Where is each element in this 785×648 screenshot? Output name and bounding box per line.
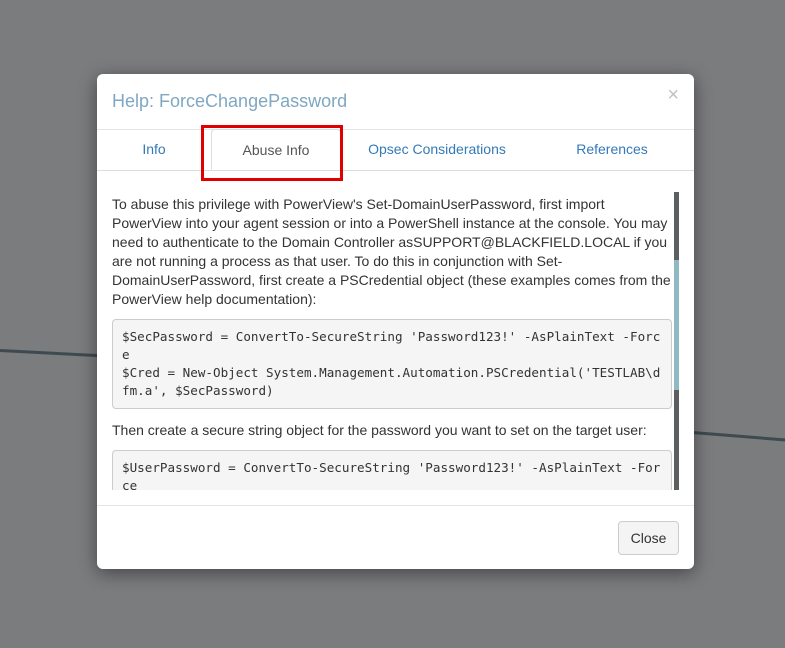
help-modal: Help: ForceChangePassword × Info Abuse I… (97, 74, 694, 569)
modal-title: Help: ForceChangePassword (112, 91, 348, 111)
modal-footer: Close (97, 505, 694, 569)
content-scrollbar[interactable] (674, 192, 679, 490)
code-block: $UserPassword = ConvertTo-SecureString '… (112, 450, 672, 490)
close-icon[interactable]: × (667, 85, 679, 105)
tab-references[interactable]: References (534, 129, 690, 170)
code-block: $SecPassword = ConvertTo-SecureString 'P… (112, 319, 672, 409)
tab-content[interactable]: To abuse this privilege with PowerView's… (112, 192, 679, 490)
tab-bar: Info Abuse Info Opsec Considerations Ref… (97, 129, 694, 171)
tab-opsec-considerations[interactable]: Opsec Considerations (355, 129, 519, 170)
background-edge-line (679, 430, 785, 443)
tab-info[interactable]: Info (112, 129, 196, 170)
close-button[interactable]: Close (618, 521, 679, 555)
modal-header: Help: ForceChangePassword × (97, 74, 694, 130)
abuse-paragraph: To abuse this privilege with PowerView's… (112, 196, 671, 307)
scrollbar-thumb[interactable] (674, 260, 679, 390)
abuse-paragraph: Then create a secure string object for t… (112, 422, 647, 438)
tab-abuse-info[interactable]: Abuse Info (211, 129, 341, 170)
